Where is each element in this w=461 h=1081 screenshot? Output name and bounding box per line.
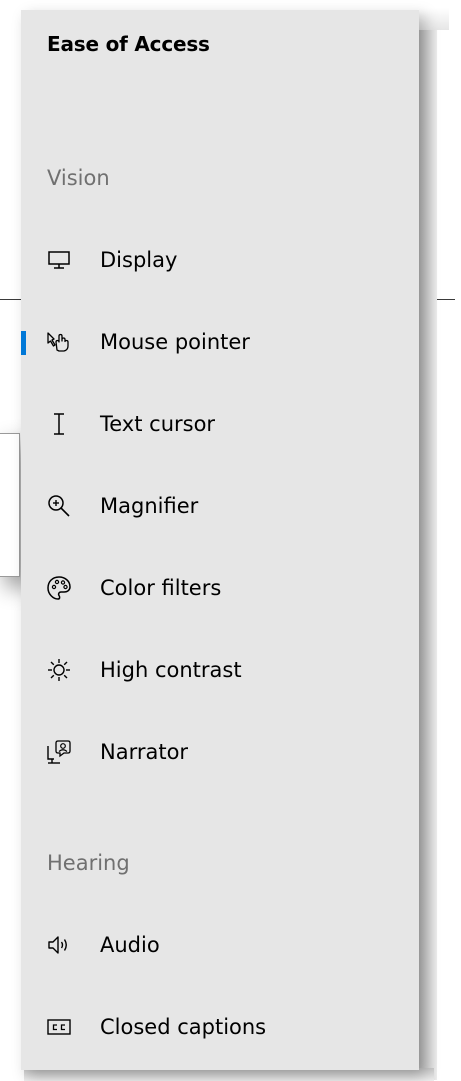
nav-item-label: Closed captions xyxy=(100,1015,267,1039)
narrator-icon xyxy=(46,739,72,765)
nav-item-label: Display xyxy=(100,248,178,272)
nav-item-label: Magnifier xyxy=(100,494,199,518)
text-cursor-icon xyxy=(46,411,72,437)
nav-item-label: Color filters xyxy=(100,576,222,600)
brightness-icon xyxy=(46,657,72,683)
nav-item-text-cursor[interactable]: Text cursor xyxy=(21,394,419,454)
selection-indicator xyxy=(21,331,26,355)
nav-item-label: Mouse pointer xyxy=(100,330,250,354)
nav-item-label: Narrator xyxy=(100,740,189,764)
nav-item-audio[interactable]: Audio xyxy=(21,915,419,975)
section-header-hearing: Hearing xyxy=(47,851,130,875)
nav-item-label: Text cursor xyxy=(100,412,216,436)
monitor-icon xyxy=(46,247,72,273)
nav-item-color-filters[interactable]: Color filters xyxy=(21,558,419,618)
nav-item-label: Audio xyxy=(100,933,160,957)
nav-item-closed-captions[interactable]: Closed captions xyxy=(21,997,419,1057)
nav-item-mouse-pointer[interactable]: Mouse pointer xyxy=(21,312,419,372)
speaker-icon xyxy=(46,932,72,958)
ease-of-access-flyout: Ease of Access Vision Display Mouse poin… xyxy=(21,10,419,1070)
background-window-fragment xyxy=(0,433,20,577)
panel-shadow-right xyxy=(419,30,437,1080)
closed-captions-icon xyxy=(46,1014,72,1040)
flyout-title: Ease of Access xyxy=(47,32,210,56)
nav-item-high-contrast[interactable]: High contrast xyxy=(21,640,419,700)
panel-shadow-top xyxy=(419,8,449,30)
screen: Ease of Access Vision Display Mouse poin… xyxy=(0,0,461,1081)
nav-item-display[interactable]: Display xyxy=(21,230,419,290)
nav-item-magnifier[interactable]: Magnifier xyxy=(21,476,419,536)
nav-item-label: High contrast xyxy=(100,658,242,682)
magnifier-icon xyxy=(46,493,72,519)
pointer-hand-icon xyxy=(46,329,72,355)
section-header-vision: Vision xyxy=(47,166,110,190)
palette-icon xyxy=(46,575,72,601)
nav-item-narrator[interactable]: Narrator xyxy=(21,722,419,782)
